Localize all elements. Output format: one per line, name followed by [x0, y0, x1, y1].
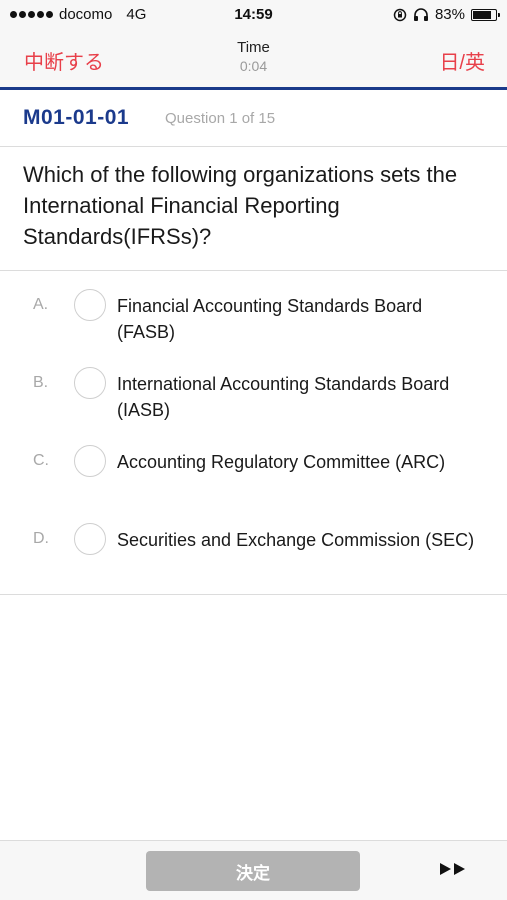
- headphones-icon: [413, 7, 428, 21]
- fast-forward-icon[interactable]: [438, 861, 470, 877]
- option-a[interactable]: A. Financial Accounting Standards Board …: [0, 271, 507, 349]
- bottom-toolbar: 決定: [0, 840, 507, 900]
- battery-percent: 83%: [434, 6, 465, 23]
- option-letter: C.: [33, 452, 49, 469]
- option-d[interactable]: D. Securities and Exchange Commission (S…: [0, 505, 507, 583]
- battery-fill: [473, 10, 492, 19]
- option-text: Securities and Exchange Commission (SEC): [117, 530, 475, 550]
- radio-button[interactable]: [74, 445, 106, 477]
- timer-label: Time: [237, 39, 270, 56]
- question-counter: Question 1 of 15: [165, 110, 276, 127]
- question-text: Which of the following organizations set…: [23, 162, 458, 249]
- language-toggle-button[interactable]: 日/英: [439, 46, 485, 75]
- option-c[interactable]: C. Accounting Regulatory Committee (ARC): [0, 427, 507, 505]
- option-text: International Accounting Standards Board…: [117, 374, 450, 420]
- decide-button[interactable]: 決定: [146, 851, 360, 891]
- option-text: Accounting Regulatory Committee (ARC): [117, 452, 446, 472]
- option-letter: B.: [33, 374, 49, 391]
- timer: Time 0:04: [0, 39, 507, 74]
- radio-button[interactable]: [74, 523, 106, 555]
- status-right: 83%: [393, 6, 500, 23]
- options-divider: [0, 594, 507, 595]
- option-b[interactable]: B. International Accounting Standards Bo…: [0, 349, 507, 427]
- question-header: M01-01-01 Question 1 of 15: [0, 90, 507, 147]
- option-text: Financial Accounting Standards Board (FA…: [117, 296, 423, 342]
- question-id: M01-01-01: [23, 106, 130, 129]
- timer-value: 0:04: [239, 58, 268, 74]
- quiz-screen: docomo 4G 14:59 83% 中断する Time 0:04 日/英 M…: [0, 0, 507, 900]
- nav-bar: 中断する Time 0:04 日/英: [0, 30, 507, 87]
- option-letter: A.: [33, 296, 49, 313]
- battery-icon: [471, 8, 500, 21]
- option-letter: D.: [33, 530, 49, 547]
- rotation-lock-icon: [393, 8, 407, 21]
- radio-button[interactable]: [74, 289, 106, 321]
- radio-button[interactable]: [74, 367, 106, 399]
- status-bar: docomo 4G 14:59 83%: [0, 0, 507, 30]
